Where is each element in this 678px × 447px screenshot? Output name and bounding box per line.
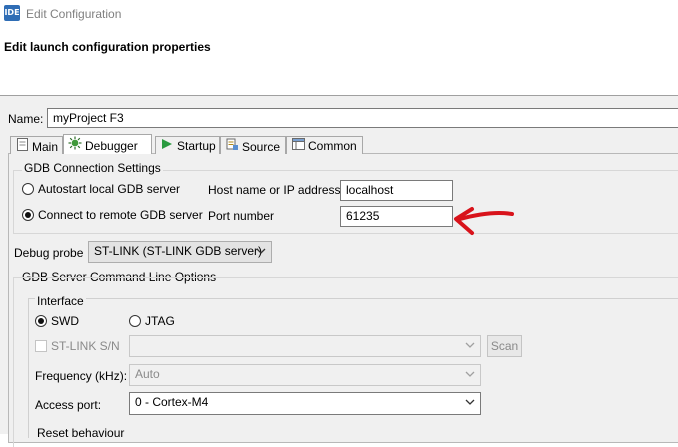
autostart-label: Autostart local GDB server: [38, 182, 181, 196]
stlink-sn-checkbox[interactable]: [35, 340, 47, 352]
jtag-label: JTAG: [145, 314, 175, 328]
port-label: Port number: [208, 209, 275, 223]
bug-icon: [68, 136, 82, 153]
chevron-down-icon: [465, 342, 475, 348]
chevron-down-icon: [465, 399, 475, 405]
stlink-sn-select[interactable]: [129, 335, 481, 357]
host-input[interactable]: localhost: [340, 180, 453, 201]
host-label: Host name or IP address: [208, 183, 341, 197]
page-icon: [15, 138, 29, 154]
interface-title: Interface: [35, 294, 86, 308]
frequency-select[interactable]: Auto: [129, 364, 481, 386]
swd-radio[interactable]: [35, 315, 47, 327]
name-input[interactable]: myProject F3: [47, 108, 678, 128]
tab-debugger[interactable]: Debugger: [63, 134, 152, 154]
swd-label: SWD: [51, 314, 79, 328]
tab-main-label: Main: [32, 140, 59, 154]
window-title: Edit Configuration: [26, 7, 122, 21]
tab-common[interactable]: Common: [286, 136, 363, 154]
connect-remote-radio[interactable]: [22, 209, 34, 221]
access-port-label: Access port:: [35, 398, 102, 412]
source-icon: [225, 138, 239, 154]
annotation-arrow: [454, 207, 514, 235]
play-icon: [160, 138, 174, 153]
jtag-radio[interactable]: [129, 315, 141, 327]
frequency-value: Auto: [135, 367, 160, 381]
autostart-radio[interactable]: [22, 183, 34, 195]
port-input[interactable]: 61235: [340, 206, 453, 227]
chevron-down-icon: [465, 371, 475, 377]
debug-probe-select[interactable]: ST-LINK (ST-LINK GDB server): [88, 241, 272, 263]
frequency-label: Frequency (kHz):: [35, 369, 128, 383]
access-port-select[interactable]: 0 - Cortex-M4: [129, 392, 481, 415]
tab-startup-label: Startup: [177, 139, 216, 153]
stlink-sn-label: ST-LINK S/N: [51, 339, 120, 353]
gdb-connection-title: GDB Connection Settings: [22, 161, 163, 175]
page-title: Edit launch configuration properties: [4, 40, 211, 54]
reset-behaviour-title: Reset behaviour: [35, 426, 127, 440]
access-port-value: 0 - Cortex-M4: [135, 395, 209, 409]
tab-source[interactable]: Source: [220, 136, 286, 154]
tab-startup[interactable]: Startup: [155, 136, 220, 154]
chevron-down-icon: [256, 248, 266, 254]
tab-main[interactable]: Main: [10, 136, 63, 154]
connect-remote-label: Connect to remote GDB server: [38, 208, 203, 222]
name-label: Name:: [8, 112, 44, 126]
tab-source-label: Source: [242, 140, 281, 154]
tab-common-label: Common: [308, 139, 357, 153]
scan-button[interactable]: Scan: [487, 335, 522, 357]
tab-debugger-label: Debugger: [85, 139, 138, 153]
debug-probe-label: Debug probe: [14, 246, 84, 260]
debug-probe-value: ST-LINK (ST-LINK GDB server): [94, 244, 263, 258]
common-icon: [291, 138, 305, 153]
app-icon: IDE: [4, 5, 20, 21]
